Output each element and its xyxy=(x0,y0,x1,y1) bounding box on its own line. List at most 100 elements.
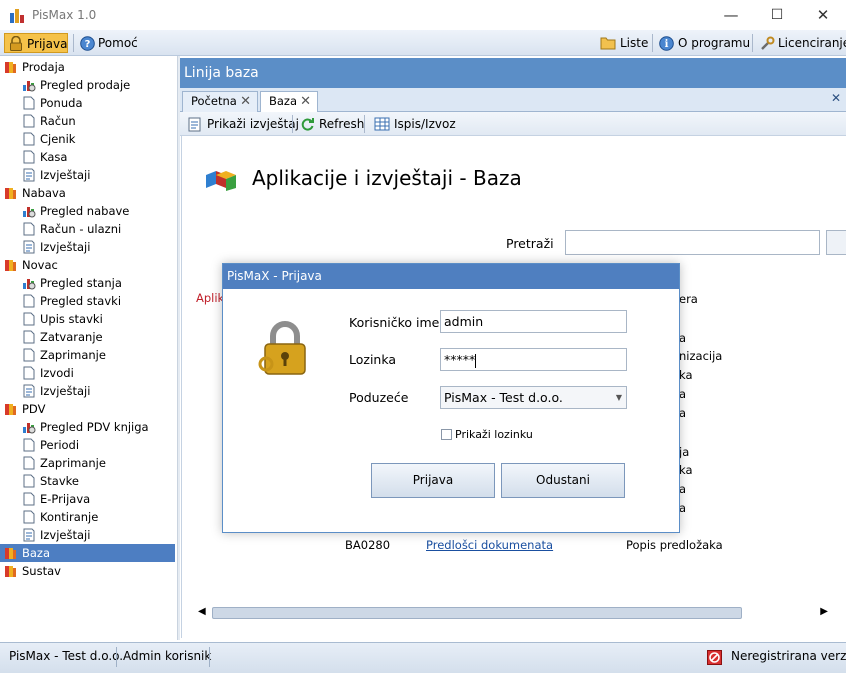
scroll-right-icon[interactable]: ▶ xyxy=(820,606,828,617)
show-report-button[interactable]: Prikaži izvještaj xyxy=(188,114,299,134)
sidebar-item-label: Račun - ulazni xyxy=(40,222,122,236)
sidebar-item-izvje-taji[interactable]: Izvještaji xyxy=(0,166,175,184)
close-tab-icon[interactable]: ✕ xyxy=(300,92,311,111)
sidebar-item-zaprimanje[interactable]: Zaprimanje xyxy=(0,454,175,472)
table-icon xyxy=(374,117,390,131)
search-input[interactable] xyxy=(565,230,820,255)
document-icon xyxy=(22,456,36,470)
close-button[interactable]: ✕ xyxy=(800,0,846,30)
report-icon xyxy=(22,168,36,182)
sidebar-item-novac[interactable]: Novac xyxy=(0,256,175,274)
close-tab-icon[interactable]: ✕ xyxy=(240,92,251,111)
applications-icon xyxy=(206,171,236,191)
help-toolbar-button[interactable]: ? Pomoć xyxy=(78,33,138,53)
sidebar-item-label: Kasa xyxy=(40,150,68,164)
sidebar-item-ra-un-ulazni[interactable]: Račun - ulazni xyxy=(0,220,175,238)
toolbar-divider xyxy=(73,34,74,52)
sidebar-item-kasa[interactable]: Kasa xyxy=(0,148,175,166)
sidebar-item-label: Zaprimanje xyxy=(40,348,106,362)
dialog-title: PisMaX - Prijava xyxy=(223,264,679,289)
svg-text:?: ? xyxy=(85,39,91,50)
print-export-button[interactable]: Ispis/Izvoz xyxy=(374,114,456,134)
licensing-toolbar-button[interactable]: Licenciranje xyxy=(758,33,846,53)
refresh-button[interactable]: Refresh xyxy=(300,114,364,134)
minimize-button[interactable]: — xyxy=(708,0,754,30)
sidebar-item-prodaja[interactable]: Prodaja xyxy=(0,58,175,76)
lists-toolbar-button[interactable]: Liste xyxy=(598,33,648,53)
sidebar-item-kontiranje[interactable]: Kontiranje xyxy=(0,508,175,526)
company-select[interactable]: PisMax - Test d.o.o. ▼ xyxy=(440,386,627,409)
sidebar-item-zaprimanje[interactable]: Zaprimanje xyxy=(0,346,175,364)
toolbar-divider xyxy=(292,115,293,133)
sidebar-item-zatvaranje[interactable]: Zatvaranje xyxy=(0,328,175,346)
sidebar-item-ra-un[interactable]: Račun xyxy=(0,112,175,130)
sidebar-item-pregled-stanja[interactable]: Pregled stanja xyxy=(0,274,175,292)
password-label: Lozinka xyxy=(349,352,397,367)
sidebar-item-izvje-taji[interactable]: Izvještaji xyxy=(0,238,175,256)
report-icon xyxy=(22,240,36,254)
sidebar-item-pregled-stavki[interactable]: Pregled stavki xyxy=(0,292,175,310)
background-fragment: a xyxy=(679,387,687,401)
sidebar-item-label: Pregled nabave xyxy=(40,204,130,218)
navigation-tree: Prodaja Pregled prodaje Ponuda Račun Cjenik K… xyxy=(0,56,178,640)
cancel-button[interactable]: Odustani xyxy=(501,463,625,498)
sidebar-item-label: Izvještaji xyxy=(40,240,91,254)
horizontal-scrollbar[interactable]: ◀ ▶ xyxy=(196,604,832,622)
maximize-button[interactable]: ☐ xyxy=(754,0,800,30)
sidebar-item-ponuda[interactable]: Ponuda xyxy=(0,94,175,112)
sidebar-item-nabava[interactable]: Nabava xyxy=(0,184,175,202)
wrench-icon xyxy=(761,36,775,50)
sidebar-item-pregled-nabave[interactable]: Pregled nabave xyxy=(0,202,175,220)
scroll-left-icon[interactable]: ◀ xyxy=(198,606,206,617)
sidebar-item-label: Zatvaranje xyxy=(40,330,103,344)
scrollbar-thumb[interactable] xyxy=(212,607,742,619)
show-password-checkbox[interactable] xyxy=(441,429,452,440)
tab-baza[interactable]: Baza ✕ xyxy=(260,91,318,113)
chevron-down-icon[interactable]: ▼ xyxy=(616,387,622,408)
tab-pocetna[interactable]: Početna ✕ xyxy=(182,91,258,112)
toolbar-divider xyxy=(752,34,753,52)
app-logo-icon xyxy=(10,9,24,23)
sidebar-item-pdv[interactable]: PDV xyxy=(0,400,175,418)
username-input[interactable]: admin xyxy=(440,310,627,333)
document-icon xyxy=(22,366,36,380)
search-button[interactable] xyxy=(826,230,846,255)
login-toolbar-button[interactable]: Prijava xyxy=(4,33,68,53)
sidebar-splitter[interactable] xyxy=(178,56,180,640)
password-input[interactable]: ***** xyxy=(440,348,627,371)
background-fragment: era xyxy=(679,292,698,306)
sidebar-item-pregled-prodaje[interactable]: Pregled prodaje xyxy=(0,76,175,94)
sidebar-item-stavke[interactable]: Stavke xyxy=(0,472,175,490)
sidebar-item-label: Izvodi xyxy=(40,366,74,380)
sidebar-item-label: Izvještaji xyxy=(40,384,91,398)
status-divider xyxy=(209,647,210,667)
show-report-label: Prikaži izvještaj xyxy=(207,117,299,131)
sidebar-item-label: Upis stavki xyxy=(40,312,103,326)
tab-label: Početna xyxy=(191,94,237,108)
login-button[interactable]: Prijava xyxy=(371,463,495,498)
sidebar-item-izvje-taji[interactable]: Izvještaji xyxy=(0,526,175,544)
document-icon xyxy=(22,222,36,236)
sidebar-item-baza[interactable]: Baza xyxy=(0,544,175,562)
folder-icon xyxy=(4,60,18,74)
sidebar-item-e-prijava[interactable]: E-Prijava xyxy=(0,490,175,508)
sidebar-item-cjenik[interactable]: Cjenik xyxy=(0,130,175,148)
sidebar-item-pregled-pdv-knjiga[interactable]: Pregled PDV knjiga xyxy=(0,418,175,436)
sidebar-item-label: Ponuda xyxy=(40,96,83,110)
toolbar-divider xyxy=(364,115,365,133)
sidebar-item-periodi[interactable]: Periodi xyxy=(0,436,175,454)
search-label: Pretraži xyxy=(506,236,554,251)
about-toolbar-button[interactable]: i O programu xyxy=(657,33,750,53)
sidebar-item-label: Baza xyxy=(22,546,51,560)
sidebar-item-upis-stavki[interactable]: Upis stavki xyxy=(0,310,175,328)
background-fragment: ka xyxy=(679,368,693,382)
report-link[interactable]: Predlošci dokumenata xyxy=(426,538,553,552)
sidebar-item-label: Pregled stavki xyxy=(40,294,122,308)
document-icon xyxy=(22,114,36,128)
show-password-label[interactable]: Prikaži lozinku xyxy=(455,428,533,441)
sidebar-item-izvodi[interactable]: Izvodi xyxy=(0,364,175,382)
close-panel-icon[interactable]: ✕ xyxy=(831,91,841,105)
sidebar-item-sustav[interactable]: Sustav xyxy=(0,562,175,580)
sidebar-item-izvje-taji[interactable]: Izvještaji xyxy=(0,382,175,400)
help-toolbar-label: Pomoć xyxy=(98,36,138,50)
